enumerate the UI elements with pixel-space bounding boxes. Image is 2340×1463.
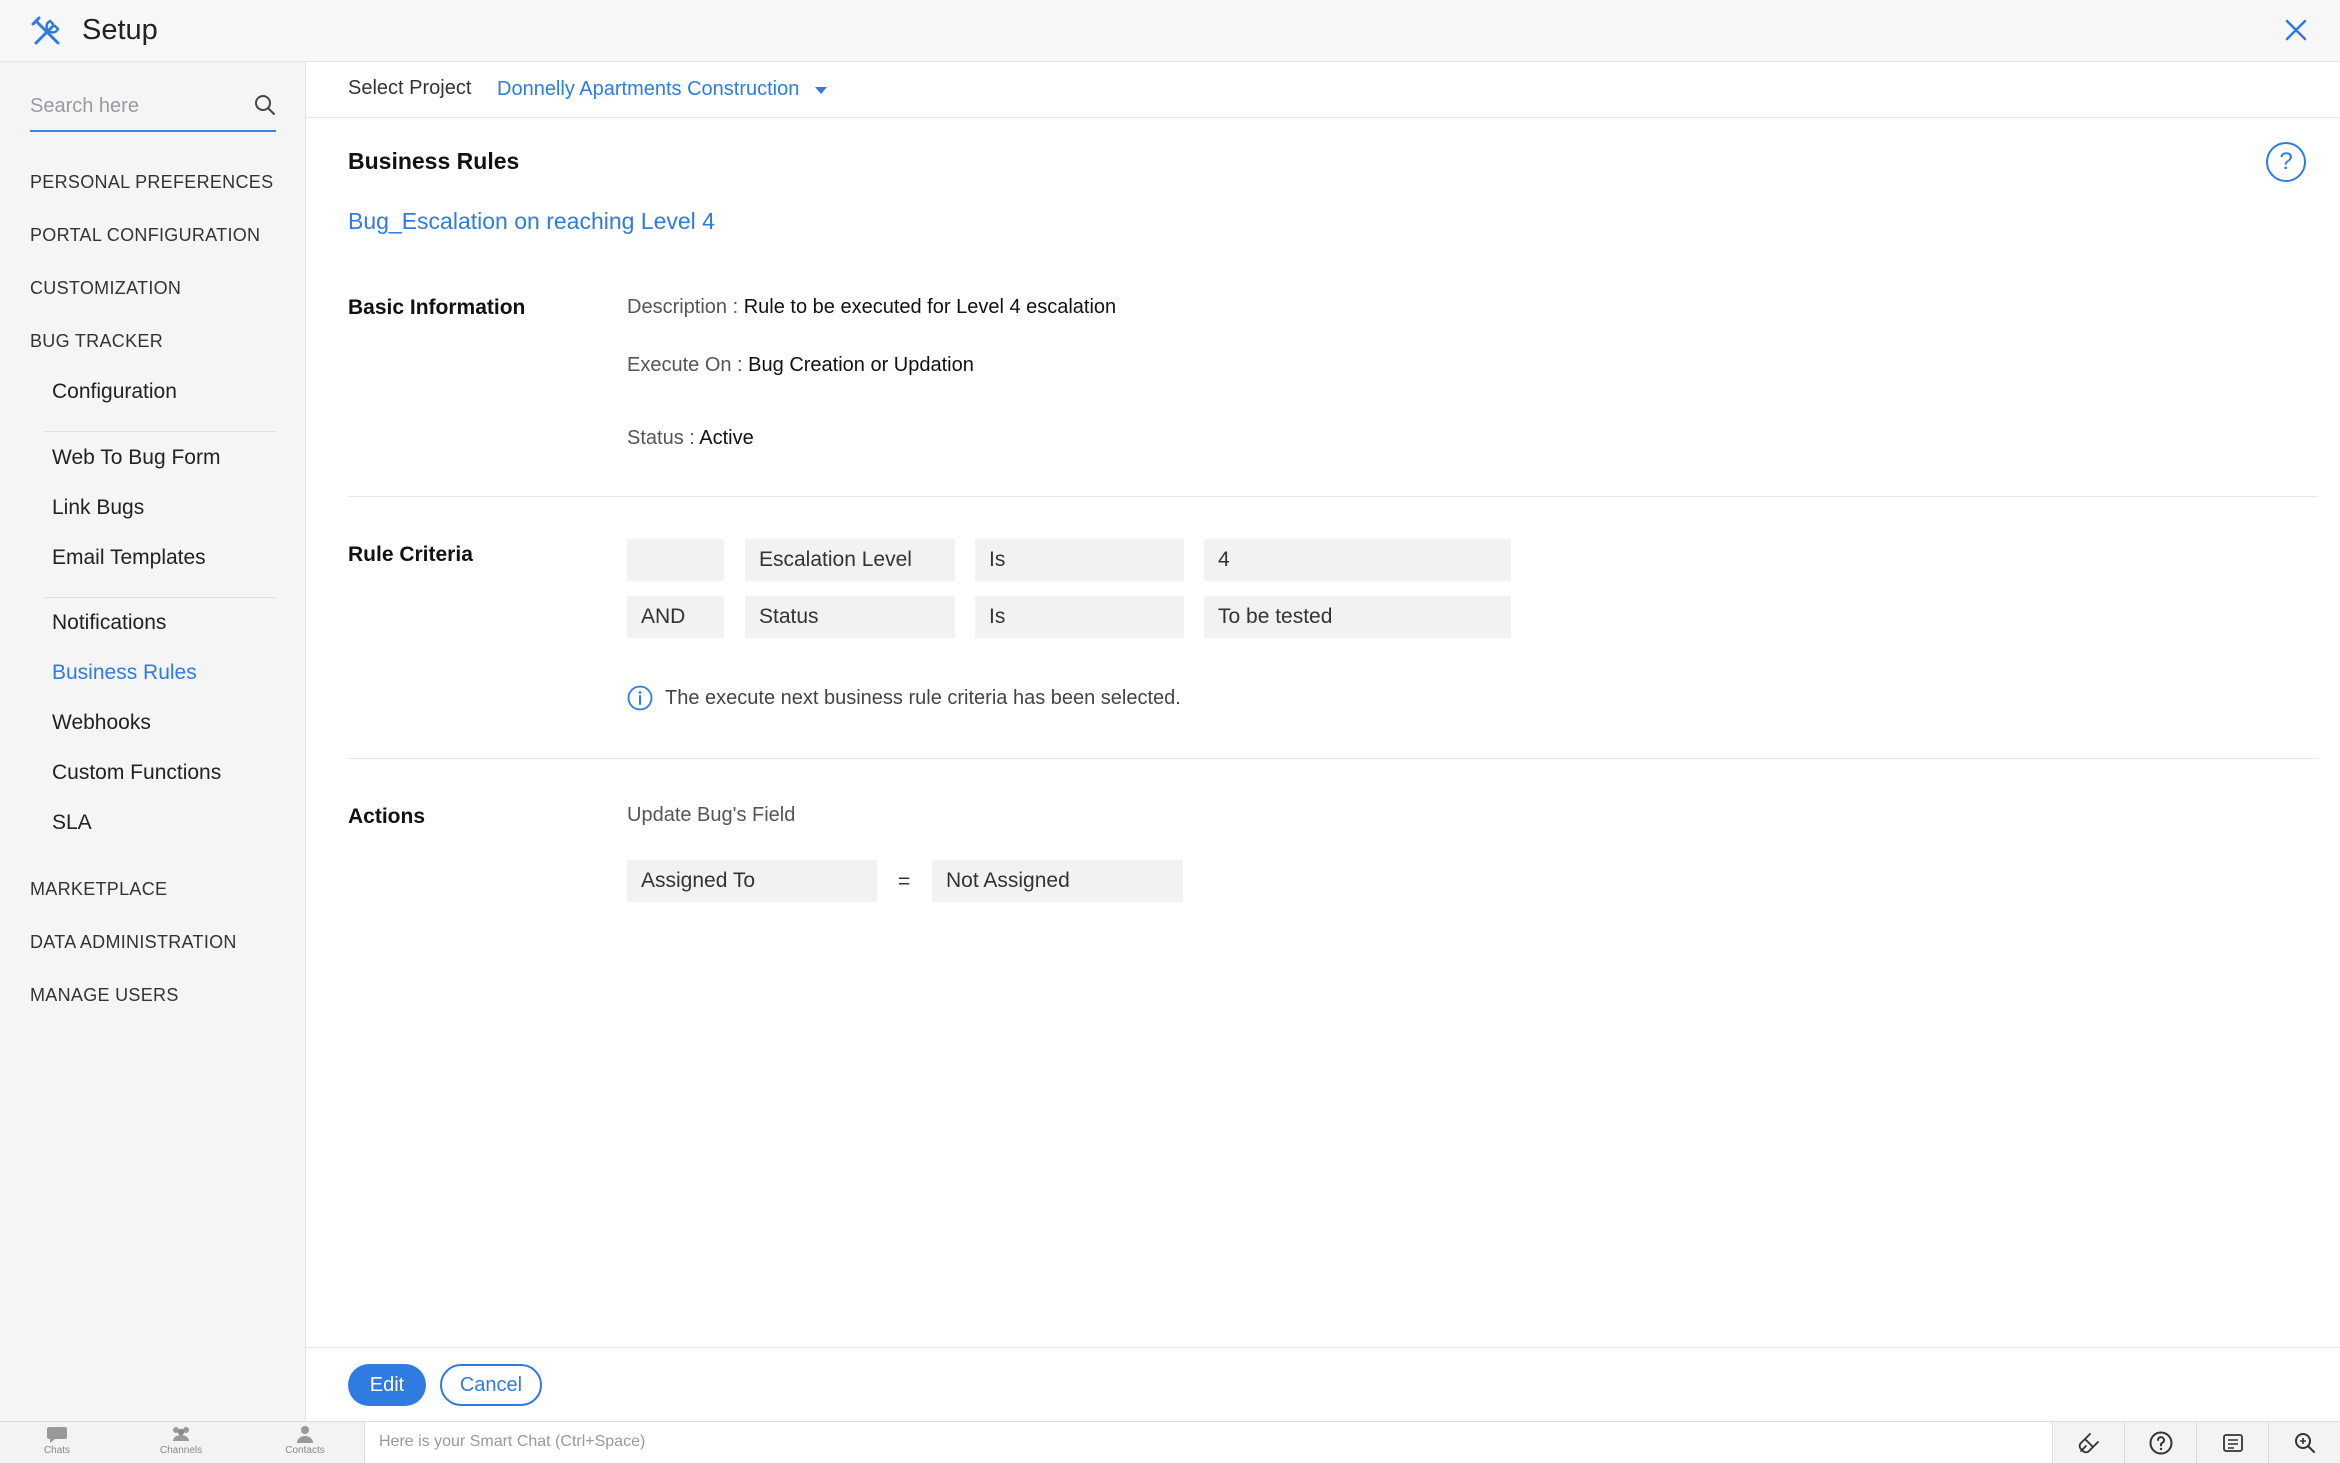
select-project-label: Select Project	[348, 77, 471, 100]
chat-bar: Chats Channels Contacts	[0, 1421, 2340, 1463]
criteria-operator: Is	[975, 596, 1184, 638]
chat-tab-label: Contacts	[285, 1445, 324, 1456]
setup-tools-icon	[30, 15, 64, 49]
sidebar-section-customization[interactable]: CUSTOMIZATION	[30, 278, 181, 299]
sidebar-item-sla[interactable]: SLA	[52, 811, 92, 835]
action-field: Assigned To	[627, 860, 877, 902]
chat-bubble-icon	[46, 1424, 68, 1444]
chat-tab-contacts[interactable]: Contacts	[265, 1424, 345, 1462]
cancel-button[interactable]: Cancel	[440, 1364, 542, 1406]
question-icon	[2148, 1430, 2174, 1456]
smart-chat	[364, 1422, 2054, 1463]
page-title: Business Rules	[348, 148, 519, 175]
sidebar-item-custom-functions[interactable]: Custom Functions	[52, 761, 221, 785]
sidebar: PERSONAL PREFERENCES PORTAL CONFIGURATIO…	[0, 62, 306, 1422]
section-divider	[348, 758, 2318, 759]
zoom-search-icon	[2292, 1430, 2318, 1456]
sidebar-section-personal-preferences[interactable]: PERSONAL PREFERENCES	[30, 172, 273, 193]
sidebar-section-bug-tracker[interactable]: BUG TRACKER	[30, 331, 163, 352]
sidebar-section-marketplace[interactable]: MARKETPLACE	[30, 879, 167, 900]
status-value: Active	[699, 427, 753, 449]
sidebar-item-notifications[interactable]: Notifications	[52, 611, 166, 635]
info-icon	[627, 685, 653, 711]
form-footer: Edit Cancel	[306, 1347, 2340, 1421]
project-name: Donnelly Apartments Construction	[497, 78, 799, 101]
sidebar-item-business-rules[interactable]: Business Rules	[52, 661, 197, 685]
description-key: Description :	[627, 296, 744, 318]
project-dropdown[interactable]: Donnelly Apartments Construction	[497, 78, 827, 101]
action-equals: =	[898, 870, 910, 894]
help-icon[interactable]: ?	[2266, 142, 2306, 182]
search-input[interactable]	[30, 86, 240, 126]
sidebar-item-web-to-bug-form[interactable]: Web To Bug Form	[52, 446, 220, 470]
action-value: Not Assigned	[932, 860, 1183, 902]
sidebar-item-link-bugs[interactable]: Link Bugs	[52, 496, 144, 520]
execute-on-value: Bug Creation or Updation	[748, 354, 974, 376]
status-row: Status : Active	[627, 427, 754, 450]
news-tray[interactable]	[2196, 1422, 2268, 1463]
sidebar-item-webhooks[interactable]: Webhooks	[52, 711, 151, 735]
top-bar: Setup	[0, 0, 2340, 62]
chevron-down-icon	[815, 87, 827, 94]
plug-tray[interactable]	[2052, 1422, 2124, 1463]
page-header-title: Setup	[82, 14, 158, 47]
execute-on-key: Execute On :	[627, 354, 748, 376]
criteria-value: 4	[1204, 539, 1511, 581]
description-value: Rule to be executed for Level 4 escalati…	[744, 296, 1116, 318]
close-icon[interactable]	[2280, 14, 2312, 46]
sidebar-item-configuration[interactable]: Configuration	[52, 380, 177, 404]
news-icon	[2220, 1430, 2246, 1456]
chat-tab-label: Chats	[44, 1445, 70, 1456]
chat-tab-channels[interactable]: Channels	[141, 1424, 221, 1462]
smart-chat-input[interactable]	[365, 1422, 2054, 1462]
project-bar: Select Project Donnelly Apartments Const…	[306, 62, 2340, 118]
chat-tab-label: Channels	[160, 1445, 202, 1456]
actions-heading: Update Bug's Field	[627, 804, 795, 827]
actions-label: Actions	[348, 805, 425, 829]
contacts-icon	[294, 1424, 316, 1444]
plug-icon	[2076, 1430, 2102, 1456]
rule-name: Bug_Escalation on reaching Level 4	[348, 208, 715, 235]
sidebar-section-data-administration[interactable]: DATA ADMINISTRATION	[30, 932, 237, 953]
criteria-info-text: The execute next business rule criteria …	[665, 687, 1181, 710]
execute-on-row: Execute On : Bug Creation or Updation	[627, 354, 974, 377]
question-tray[interactable]	[2124, 1422, 2196, 1463]
sidebar-section-portal-configuration[interactable]: PORTAL CONFIGURATION	[30, 225, 260, 246]
sidebar-item-email-templates[interactable]: Email Templates	[52, 546, 206, 570]
basic-information-label: Basic Information	[348, 296, 525, 320]
chat-tab-chats[interactable]: Chats	[17, 1424, 97, 1462]
section-divider	[348, 496, 2318, 497]
sidebar-divider	[44, 597, 276, 598]
criteria-info: The execute next business rule criteria …	[627, 685, 1181, 711]
zoom-search-tray[interactable]	[2268, 1422, 2340, 1463]
criteria-field: Status	[745, 596, 955, 638]
sidebar-divider	[44, 431, 276, 432]
criteria-operator: Is	[975, 539, 1184, 581]
criteria-value: To be tested	[1204, 596, 1511, 638]
rule-criteria-label: Rule Criteria	[348, 543, 473, 567]
status-key: Status :	[627, 427, 699, 449]
criteria-connector: AND	[627, 596, 724, 638]
criteria-connector	[627, 539, 724, 581]
description-row: Description : Rule to be executed for Le…	[627, 296, 1116, 319]
sidebar-section-manage-users[interactable]: MANAGE USERS	[30, 985, 179, 1006]
search-icon[interactable]	[254, 94, 276, 116]
sidebar-search	[30, 86, 276, 132]
edit-button[interactable]: Edit	[348, 1364, 426, 1406]
channels-icon	[170, 1424, 192, 1444]
criteria-field: Escalation Level	[745, 539, 955, 581]
